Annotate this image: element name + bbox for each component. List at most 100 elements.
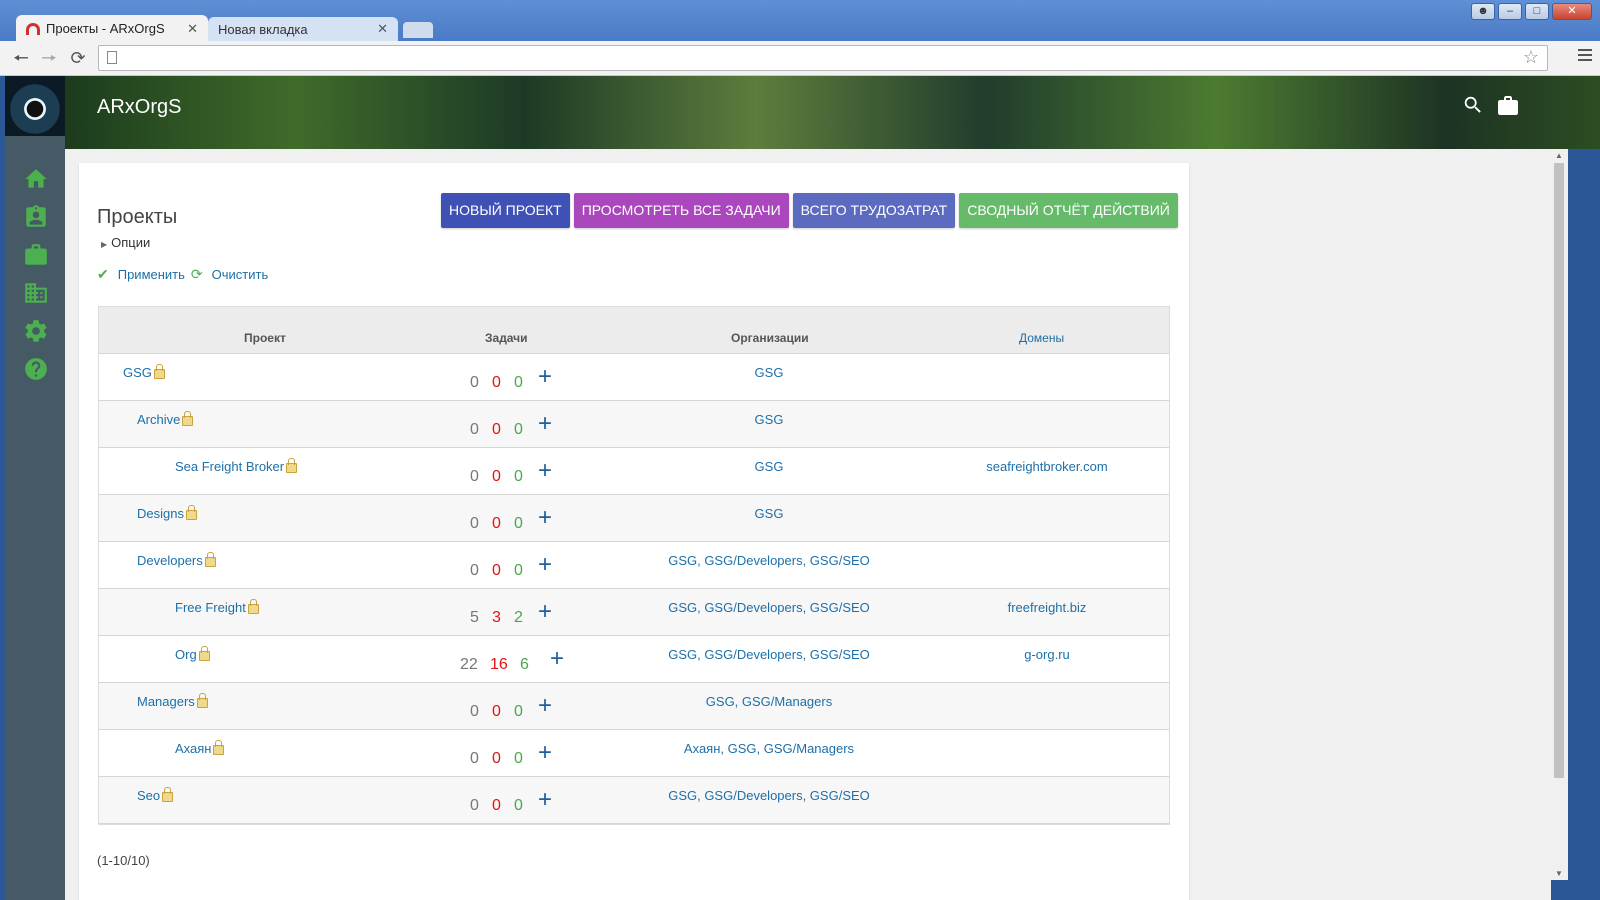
project-orgs[interactable]: GSG, GSG/Developers, GSG/SEO: [589, 553, 949, 568]
overdue-task-count[interactable]: 0: [492, 562, 501, 580]
column-header-orgs[interactable]: Организации: [731, 331, 809, 345]
gear-icon[interactable]: [23, 318, 49, 344]
add-task-icon[interactable]: +: [538, 739, 552, 767]
open-task-count[interactable]: 0: [470, 515, 479, 533]
overdue-task-count[interactable]: 0: [492, 750, 501, 768]
app-logo[interactable]: [5, 76, 65, 136]
scroll-up-icon[interactable]: ▲: [1555, 151, 1563, 160]
project-orgs[interactable]: GSG: [589, 459, 949, 474]
bookmark-star-icon[interactable]: ☆: [1523, 47, 1539, 68]
browser-tab-active[interactable]: Проекты - ARxOrgS ✕: [16, 15, 208, 42]
column-header-tasks[interactable]: Задачи: [485, 331, 528, 345]
overdue-task-count[interactable]: 0: [492, 703, 501, 721]
project-orgs[interactable]: GSG: [589, 365, 949, 380]
done-task-count[interactable]: 0: [514, 374, 523, 392]
page-scrollbar[interactable]: ▲ ▼: [1551, 149, 1568, 880]
project-domain[interactable]: freefreight.biz: [937, 600, 1157, 615]
address-bar[interactable]: ☆: [98, 45, 1548, 71]
browser-tab-new[interactable]: Новая вкладка ✕: [208, 17, 398, 41]
project-orgs[interactable]: GSG, GSG/Developers, GSG/SEO: [589, 647, 949, 662]
done-task-count[interactable]: 0: [514, 562, 523, 580]
open-task-count[interactable]: 0: [470, 468, 479, 486]
reload-icon[interactable]: ⟳: [67, 47, 89, 69]
add-task-icon[interactable]: +: [538, 786, 552, 814]
column-header-domains[interactable]: Домены: [1019, 331, 1064, 345]
overdue-task-count[interactable]: 0: [492, 374, 501, 392]
overdue-task-count[interactable]: 0: [492, 797, 501, 815]
done-task-count[interactable]: 0: [514, 797, 523, 815]
search-icon[interactable]: [1462, 94, 1484, 116]
app-brand[interactable]: ARxOrgS: [97, 96, 181, 119]
open-task-count[interactable]: 0: [470, 797, 479, 815]
project-orgs[interactable]: GSG, GSG/Developers, GSG/SEO: [589, 600, 949, 615]
new-project-button[interactable]: НОВЫЙ ПРОЕКТ: [441, 193, 570, 228]
total-effort-button[interactable]: ВСЕГО ТРУДОЗАТРАТ: [792, 193, 956, 228]
add-task-icon[interactable]: +: [538, 457, 552, 485]
project-domain[interactable]: seafreightbroker.com: [937, 459, 1157, 474]
clear-link[interactable]: Очистить: [212, 267, 269, 282]
add-task-icon[interactable]: +: [538, 504, 552, 532]
open-task-count[interactable]: 0: [470, 421, 479, 439]
done-task-count[interactable]: 0: [514, 421, 523, 439]
project-link[interactable]: Archive: [137, 412, 180, 427]
project-link[interactable]: Seo: [137, 788, 160, 803]
project-link[interactable]: Ахаян: [175, 741, 211, 756]
project-link[interactable]: Designs: [137, 506, 184, 521]
summary-report-button[interactable]: СВОДНЫЙ ОТЧЁТ ДЕЙСТВИЙ: [959, 193, 1178, 228]
close-window-button[interactable]: ✕: [1552, 3, 1592, 20]
scrollbar-thumb[interactable]: [1554, 163, 1564, 778]
project-orgs[interactable]: GSG, GSG/Developers, GSG/SEO: [589, 788, 949, 803]
project-orgs[interactable]: GSG: [589, 506, 949, 521]
project-link[interactable]: Org: [175, 647, 197, 662]
user-icon[interactable]: ☻: [1471, 3, 1495, 20]
project-link[interactable]: Free Freight: [175, 600, 246, 615]
open-task-count[interactable]: 0: [470, 750, 479, 768]
add-task-icon[interactable]: +: [538, 692, 552, 720]
back-icon[interactable]: 🠔: [10, 47, 32, 69]
open-task-count[interactable]: 0: [470, 374, 479, 392]
browser-menu-icon[interactable]: [1578, 49, 1592, 64]
project-link[interactable]: Developers: [137, 553, 203, 568]
done-task-count[interactable]: 2: [514, 609, 523, 627]
overdue-task-count[interactable]: 3: [492, 609, 501, 627]
minimize-button[interactable]: –: [1498, 3, 1522, 20]
building-icon[interactable]: [23, 280, 49, 306]
done-task-count[interactable]: 0: [514, 750, 523, 768]
overdue-task-count[interactable]: 16: [490, 656, 508, 674]
open-task-count[interactable]: 5: [470, 609, 479, 627]
briefcase-icon[interactable]: [23, 242, 49, 268]
column-header-project[interactable]: Проект: [244, 331, 286, 345]
project-orgs[interactable]: Ахаян, GSG, GSG/Managers: [589, 741, 949, 756]
options-toggle[interactable]: ▶ Опции: [101, 235, 150, 250]
done-task-count[interactable]: 0: [514, 515, 523, 533]
apply-link[interactable]: Применить: [118, 267, 185, 282]
project-link[interactable]: Managers: [137, 694, 195, 709]
add-task-icon[interactable]: +: [538, 410, 552, 438]
done-task-count[interactable]: 0: [514, 468, 523, 486]
open-task-count[interactable]: 0: [470, 562, 479, 580]
tab-close-icon[interactable]: ✕: [377, 21, 388, 37]
open-task-count[interactable]: 22: [460, 656, 478, 674]
view-all-tasks-button[interactable]: ПРОСМОТРЕТЬ ВСЕ ЗАДАЧИ: [573, 193, 789, 228]
add-task-icon[interactable]: +: [550, 645, 564, 673]
home-icon[interactable]: [23, 166, 49, 192]
tab-close-icon[interactable]: ✕: [187, 21, 198, 37]
scroll-down-icon[interactable]: ▼: [1555, 869, 1563, 878]
add-task-icon[interactable]: +: [538, 598, 552, 626]
contact-card-icon[interactable]: [23, 204, 49, 230]
done-task-count[interactable]: 6: [520, 656, 529, 674]
help-icon[interactable]: [23, 356, 49, 382]
add-task-icon[interactable]: +: [538, 363, 552, 391]
overdue-task-count[interactable]: 0: [492, 421, 501, 439]
open-task-count[interactable]: 0: [470, 703, 479, 721]
project-link[interactable]: GSG: [123, 365, 152, 380]
project-orgs[interactable]: GSG, GSG/Managers: [589, 694, 949, 709]
maximize-button[interactable]: □: [1525, 3, 1549, 20]
new-tab-button[interactable]: [403, 22, 433, 38]
project-link[interactable]: Sea Freight Broker: [175, 459, 284, 474]
overdue-task-count[interactable]: 0: [492, 468, 501, 486]
project-domain[interactable]: g-org.ru: [937, 647, 1157, 662]
forward-icon[interactable]: 🠖: [38, 47, 60, 69]
briefcase-icon[interactable]: [1496, 94, 1520, 118]
overdue-task-count[interactable]: 0: [492, 515, 501, 533]
